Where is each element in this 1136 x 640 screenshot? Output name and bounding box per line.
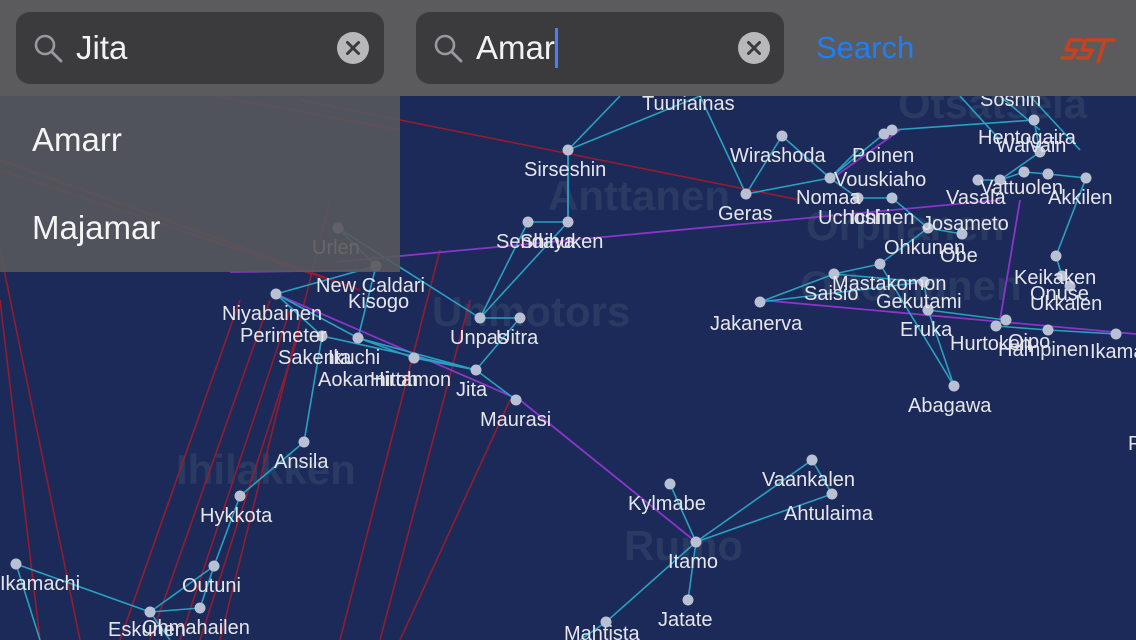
stargate-link-line xyxy=(149,607,201,613)
system-label[interactable]: Ohmahailen xyxy=(142,617,250,639)
system-node[interactable] xyxy=(522,216,534,228)
system-label[interactable]: Itamo xyxy=(668,551,718,573)
system-label[interactable]: Vaankalen xyxy=(762,469,855,491)
system-node[interactable] xyxy=(234,490,246,502)
system-label[interactable]: Jita xyxy=(456,379,488,401)
system-label[interactable]: Ukkalen xyxy=(1030,293,1102,315)
system-label[interactable]: Outuni xyxy=(182,575,241,597)
system-node[interactable] xyxy=(990,320,1002,332)
system-node[interactable] xyxy=(874,258,886,270)
destination-input[interactable] xyxy=(476,26,736,70)
system-label[interactable]: Shihuken xyxy=(520,231,603,253)
system-label[interactable]: Nomaa xyxy=(796,187,861,209)
system-node[interactable] xyxy=(562,216,574,228)
origin-input[interactable] xyxy=(76,26,336,70)
system-label[interactable]: Ikama xyxy=(1090,341,1136,363)
system-node[interactable] xyxy=(408,352,420,364)
search-icon xyxy=(434,34,463,63)
system-node[interactable] xyxy=(474,312,486,324)
system-label[interactable]: Jakanerva xyxy=(710,313,803,335)
system-label[interactable]: Sirseshin xyxy=(524,159,606,181)
system-node[interactable] xyxy=(886,124,898,136)
system-node[interactable] xyxy=(562,144,574,156)
system-node[interactable] xyxy=(194,602,206,614)
system-node[interactable] xyxy=(776,130,788,142)
system-label[interactable]: Eruka xyxy=(900,319,953,341)
system-node[interactable] xyxy=(664,478,676,490)
system-node[interactable] xyxy=(682,594,694,606)
system-label[interactable]: Abagawa xyxy=(908,395,992,417)
system-node[interactable] xyxy=(510,394,522,406)
system-node[interactable] xyxy=(754,296,766,308)
system-label[interactable]: Pa xyxy=(1128,433,1136,455)
suggestion-dropdown: Amarr Majamar xyxy=(0,96,400,272)
region-label: Ihilakken xyxy=(176,446,356,493)
system-node[interactable] xyxy=(948,380,960,392)
stargate-link-line xyxy=(995,325,1049,331)
system-node[interactable] xyxy=(690,536,702,548)
system-label[interactable]: Saisio xyxy=(804,283,858,305)
system-node[interactable] xyxy=(740,188,752,200)
system-node[interactable] xyxy=(144,606,156,618)
system-label[interactable]: Jatate xyxy=(658,609,712,631)
system-node[interactable] xyxy=(886,192,898,204)
stargate-link-line xyxy=(567,95,621,151)
system-node[interactable] xyxy=(1028,114,1040,126)
clear-origin-icon[interactable] xyxy=(337,32,369,64)
system-node[interactable] xyxy=(1018,166,1030,178)
system-label[interactable]: Geras xyxy=(718,203,772,225)
system-label[interactable]: Kylmabe xyxy=(628,493,706,515)
system-node[interactable] xyxy=(1050,250,1062,262)
system-node[interactable] xyxy=(514,312,526,324)
system-label[interactable]: Ansila xyxy=(274,451,329,473)
system-node[interactable] xyxy=(298,436,310,448)
system-node[interactable] xyxy=(1000,314,1012,326)
system-label[interactable]: Kisogo xyxy=(348,291,409,313)
system-label[interactable]: Tuuriainas xyxy=(642,93,735,115)
system-label[interactable]: Maurasi xyxy=(480,409,551,431)
destination-search-field[interactable] xyxy=(416,12,784,84)
system-label[interactable]: Akkilen xyxy=(1048,187,1112,209)
region-jump-line xyxy=(399,399,511,640)
system-node[interactable] xyxy=(1110,328,1122,340)
system-label[interactable]: Ikuchi xyxy=(328,347,380,369)
origin-search-field[interactable] xyxy=(16,12,384,84)
suggestion-item[interactable]: Amarr xyxy=(0,96,400,184)
system-label[interactable]: Mahtista xyxy=(564,623,640,640)
system-node[interactable] xyxy=(352,332,364,344)
system-node[interactable] xyxy=(208,560,220,572)
system-label[interactable]: Wirashoda xyxy=(730,145,826,167)
system-label[interactable]: Perimeter xyxy=(240,325,327,347)
system-label[interactable]: Ikamachi xyxy=(0,573,80,595)
system-node[interactable] xyxy=(806,454,818,466)
system-label[interactable]: Hykkota xyxy=(200,505,273,527)
system-label[interactable]: Josameto xyxy=(922,213,1009,235)
text-cursor xyxy=(555,28,558,68)
system-label[interactable]: Obe xyxy=(940,245,978,267)
app-logo-icon xyxy=(1060,38,1116,64)
system-label[interactable]: Ahtulaima xyxy=(784,503,874,525)
system-node[interactable] xyxy=(10,558,22,570)
system-node[interactable] xyxy=(470,364,482,376)
system-label[interactable]: Ichinen xyxy=(850,207,915,229)
system-label[interactable]: Poinen xyxy=(852,145,914,167)
system-node[interactable] xyxy=(1080,172,1092,184)
search-button[interactable]: Search xyxy=(804,18,926,78)
system-label[interactable]: Hampinen xyxy=(998,339,1089,361)
suggestion-item[interactable]: Majamar xyxy=(0,184,400,272)
search-bar: Search xyxy=(0,0,1136,96)
system-label[interactable]: Walvain xyxy=(996,135,1066,157)
system-label[interactable]: Niyabainen xyxy=(222,303,322,325)
system-label[interactable]: Gekutami xyxy=(876,291,962,313)
search-icon xyxy=(34,34,63,63)
clear-destination-icon[interactable] xyxy=(738,32,770,64)
system-label[interactable]: Hirtamon xyxy=(370,369,451,391)
system-label[interactable]: Vasala xyxy=(946,187,1007,209)
system-node[interactable] xyxy=(270,288,282,300)
system-label[interactable]: Uitra xyxy=(496,327,539,349)
